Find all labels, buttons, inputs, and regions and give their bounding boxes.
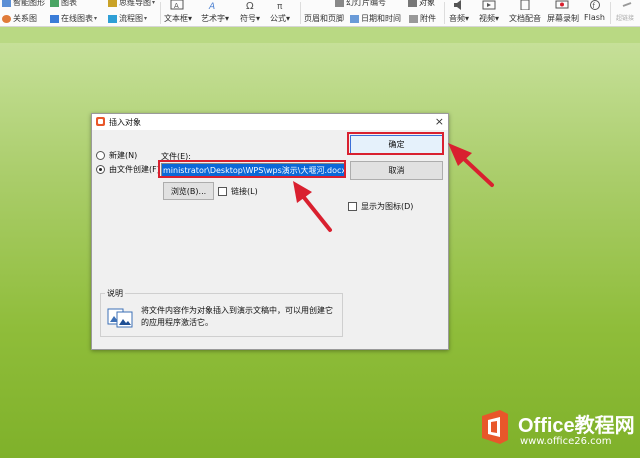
chevron-down-icon: ▾ <box>144 15 148 22</box>
chevron-down-icon: ▾ <box>495 14 500 23</box>
chevron-down-icon: ▾ <box>188 14 193 23</box>
ribbon-divider <box>300 2 301 24</box>
smart-graphic-button[interactable]: 智能图形 <box>2 0 45 8</box>
date-time-button[interactable]: 日期和时间 <box>350 13 401 24</box>
relation-icon <box>2 14 11 23</box>
dub-icon <box>520 0 530 10</box>
wordart-icon: A <box>208 2 215 10</box>
chart-icon <box>50 0 59 7</box>
dialog-title: 插入对象 <box>109 118 141 127</box>
flowchart-icon <box>108 14 117 23</box>
cancel-button[interactable]: 取消 <box>350 161 443 180</box>
online-chart-icon <box>50 14 59 23</box>
insert-object-dialog: 插入对象 × 新建(N) 由文件创建(F) 文件(E): ministrator… <box>91 113 449 350</box>
radio-from-file[interactable]: 由文件创建(F) <box>96 164 160 175</box>
watermark-title: Office教程网 <box>518 415 635 437</box>
smart-graphic-icon <box>2 0 11 7</box>
formula-icon: π <box>277 2 283 10</box>
file-highlight-box <box>158 160 346 178</box>
hyperlink-icon <box>622 2 632 7</box>
slide-number-icon <box>335 0 344 7</box>
omega-icon: Ω <box>246 1 254 10</box>
flowchart-button[interactable]: 流程图 ▾ <box>108 13 147 24</box>
ribbon-divider <box>160 2 161 24</box>
flash-icon: f <box>590 0 600 10</box>
watermark-url: www.office26.com <box>520 436 612 447</box>
svg-text:A: A <box>208 2 215 10</box>
chevron-down-icon: ▾ <box>256 14 261 23</box>
ok-highlight-box <box>347 132 444 155</box>
mind-map-icon <box>108 0 117 7</box>
video-icon <box>482 0 496 10</box>
close-icon[interactable]: × <box>435 115 444 128</box>
slide-number-button[interactable]: 幻灯片编号 <box>335 0 386 8</box>
screen-record-icon <box>555 0 569 9</box>
attachment-button[interactable]: 附件 <box>409 13 436 24</box>
insert-ribbon: 智能图形 关系图 图表 在线图表 ▾ 思维导图 ▾ 流程图 ▾ A 文本框 ▾ A… <box>0 0 640 27</box>
insert-object-picture-icon <box>107 308 133 328</box>
chevron-down-icon: ▾ <box>465 14 470 23</box>
chevron-down-icon: ▾ <box>152 0 156 6</box>
textbox-icon: A <box>170 0 184 10</box>
svg-text:f: f <box>593 2 596 10</box>
chevron-down-icon: ▾ <box>225 14 230 23</box>
audio-icon <box>454 0 461 10</box>
mind-map-button[interactable]: 思维导图 ▾ <box>108 0 155 8</box>
radio-circle-selected <box>96 165 105 174</box>
attachment-icon <box>409 14 418 23</box>
svg-text:π: π <box>277 2 283 10</box>
ribbon-divider <box>444 2 445 24</box>
radio-circle <box>96 151 105 160</box>
description-text: 将文件内容作为对象插入到演示文稿中，可以用创建它的应用程序激活它。 <box>141 306 333 327</box>
ribbon-divider <box>610 2 611 24</box>
browse-button[interactable]: 浏览(B)... <box>163 182 214 200</box>
wps-app-icon <box>96 117 105 126</box>
svg-text:A: A <box>174 2 179 10</box>
link-checkbox[interactable]: 链接(L) <box>218 186 258 197</box>
dialog-titlebar[interactable]: 插入对象 × <box>92 114 448 130</box>
show-as-icon-checkbox[interactable]: 显示为图标(D) <box>348 201 413 212</box>
object-icon <box>408 0 417 7</box>
chevron-down-icon: ▾ <box>286 14 291 23</box>
svg-text:Ω: Ω <box>246 1 254 10</box>
description-legend: 说明 <box>105 288 125 299</box>
checkbox-box <box>218 187 227 196</box>
online-chart-button[interactable]: 在线图表 ▾ <box>50 13 97 24</box>
date-time-icon <box>350 14 359 23</box>
object-button[interactable]: 对象 <box>408 0 435 8</box>
checkbox-box <box>348 202 357 211</box>
office-logo-icon <box>482 410 508 444</box>
description-group: 说明 将文件内容作为对象插入到演示文稿中，可以用创建它的应用程序激活它。 <box>100 288 343 337</box>
header-footer-button[interactable]: 页眉和页脚 <box>304 13 344 24</box>
chart-button[interactable]: 图表 <box>50 0 77 8</box>
slide-top-strip <box>0 27 640 43</box>
chevron-down-icon: ▾ <box>94 15 98 22</box>
office26-watermark: Office教程网 www.office26.com <box>474 404 640 458</box>
radio-new[interactable]: 新建(N) <box>96 150 137 161</box>
relation-chart-button[interactable]: 关系图 <box>2 13 37 24</box>
